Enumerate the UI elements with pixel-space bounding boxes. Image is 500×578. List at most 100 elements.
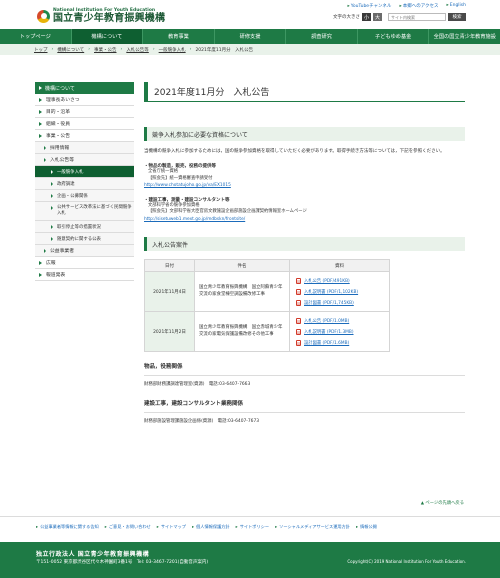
sidebar-item-bids[interactable]: 入札公告等 xyxy=(35,154,134,166)
breadcrumb: トップ › 機構について › 事業・公告 › 入札公告等 › 一般競争入札 › 2021年… xyxy=(0,44,500,55)
font-size-large-button[interactable]: 大 xyxy=(373,13,382,21)
arrow-up-icon: ▲ xyxy=(420,501,425,506)
table-row: 2021年11月2日 国立青少年教育振興機構 国立赤城青少年交流の家電気保護設備… xyxy=(144,311,390,352)
footer-link-disclosure[interactable]: ▸ 情報公開 xyxy=(356,524,377,530)
arrow-icon: ▸ xyxy=(36,524,39,529)
footer-link-social-policy[interactable]: ▸ ソーシャルメディアサービス運用方針 xyxy=(275,524,350,530)
footer-link-privacy[interactable]: ▸ 個人情報保護方針 xyxy=(192,524,230,530)
site-footer: 独立行政法人 国立青少年教育振興機構 〒151-0052 東京都渋谷区代々木神園… xyxy=(0,542,500,578)
nav-item-research[interactable]: 調査研究 xyxy=(286,29,358,44)
sidebar-item-planning[interactable]: 企画・公募関係 xyxy=(35,190,134,202)
nav-item-about[interactable]: 機構について xyxy=(71,29,144,44)
nav-item-training[interactable]: 研修支援 xyxy=(215,29,287,44)
search-button[interactable]: 検索 xyxy=(448,13,466,21)
sidebar-item-organization[interactable]: 組織・役員 xyxy=(35,118,134,130)
sidebar: 機構について 理事長あいさつ 目的・沿革 組織・役員 事業・公告 採用情報 入札… xyxy=(35,82,134,281)
global-nav: トップページ 機構について 教育事業 研修支援 調査研究 子どもゆめ基金 全国の… xyxy=(0,29,500,44)
pdf-link[interactable]: 設計図書 (PDF/1.6MB) xyxy=(296,337,383,348)
arrow-icon: ▸ xyxy=(399,4,402,9)
footer-link-site-policy[interactable]: ▸ サイトポリシー xyxy=(236,524,269,530)
row-subject: 国立青少年教育振興機構 国立赤城青少年交流の家電気保護設備改修その他工事 xyxy=(194,311,290,352)
nav-item-top[interactable]: トップページ xyxy=(0,29,72,44)
footer-link-contact[interactable]: ▸ ご意見・お問い合わせ xyxy=(105,524,151,530)
breadcrumb-top[interactable]: トップ xyxy=(34,47,48,53)
site-search-input[interactable] xyxy=(388,13,446,21)
sidebar-item-business[interactable]: 事業・公告 xyxy=(35,130,134,142)
breadcrumb-business[interactable]: 事業・公告 xyxy=(94,47,117,53)
sidebar-heading[interactable]: 機構について xyxy=(35,82,134,94)
bid-table: 日付 件名 資料 2021年11月4日 国立青少年教育振興機構 国立阿蘇青少年交… xyxy=(144,259,390,352)
sidebar-item-purpose[interactable]: 目的・沿革 xyxy=(35,106,134,118)
qualification-paragraph: 当機構の競争入札に参加するためには，国の競争参加資格を取得していただく必要があり… xyxy=(144,149,445,154)
sidebar-item-recruit[interactable]: 採用情報 xyxy=(35,142,134,154)
footer-address: 〒151-0052 東京都渋谷区代々木神園町3番1号 Tel: 03-3467-… xyxy=(36,560,209,565)
pdf-link[interactable]: 入札公告 (PDF/491KB) xyxy=(296,275,383,286)
pdf-link[interactable]: 入札説明書 (PDF/1,102KB) xyxy=(296,286,383,297)
site-header: National Institution For Youth Education… xyxy=(0,0,500,29)
breadcrumb-general-bid[interactable]: 一般競争入札 xyxy=(159,47,186,53)
sidebar-item-pr[interactable]: 広報 xyxy=(35,257,134,269)
site-logo[interactable]: National Institution For Youth Education… xyxy=(37,8,165,24)
arrow-icon: ▸ xyxy=(275,524,278,529)
table-header-row: 日付 件名 資料 xyxy=(144,259,390,272)
sidebar-item-general-bid[interactable]: 一般競争入札 xyxy=(35,166,134,178)
pdf-icon xyxy=(296,317,301,324)
access-link[interactable]: ▸本郷へのアクセス xyxy=(399,3,438,9)
logo-japanese-name: 国立青少年教育振興機構 xyxy=(53,13,166,24)
footer-copyright: Copyright(C) 2019 National Institution F… xyxy=(347,559,466,564)
section-heading-qualification: 競争入札参加に必要な資格について xyxy=(144,127,465,141)
main-content: 2021年度11月分 入札公告 競争入札参加に必要な資格について 当機構の競争入… xyxy=(144,82,465,424)
font-size-label: 文字の大きさ xyxy=(333,15,360,20)
goods-qualification-link[interactable]: http://www.chotatujoho.go.jp/va/EX1015 xyxy=(144,183,231,188)
footer-links: ▸ 公益事業者等情報に関する告知 ▸ ご意見・お問い合わせ ▸ サイトマップ ▸ 個人情… xyxy=(0,516,500,537)
row-date: 2021年11月4日 xyxy=(144,271,195,312)
sidebar-item-private-contract[interactable]: 随意契約に関する公表 xyxy=(35,233,134,245)
breadcrumb-current: 2021年度11月分 入札公告 xyxy=(195,47,254,53)
goods-qualification-contact: 【照会先】統一資格審査申請受付 xyxy=(148,175,213,181)
pdf-icon xyxy=(296,277,301,284)
sidebar-item-greeting[interactable]: 理事長あいさつ xyxy=(35,94,134,106)
sidebar-item-suspension[interactable]: 取引停止等の措置状況 xyxy=(35,221,134,233)
arrow-icon: ▸ xyxy=(156,524,159,529)
pdf-link[interactable]: 入札説明書 (PDF/1.3MB) xyxy=(296,326,383,337)
nav-item-facilities[interactable]: 全国の国立青少年教育施設 xyxy=(429,29,500,44)
sidebar-item-press[interactable]: 報道発表 xyxy=(35,269,134,281)
font-size-small-button[interactable]: 小 xyxy=(362,13,371,21)
goods-contact-title: 物品，役務関係 xyxy=(144,364,183,370)
breadcrumb-about[interactable]: 機構について xyxy=(57,47,84,53)
row-date: 2021年11月2日 xyxy=(144,311,195,352)
construction-qualification-contact: 【照会先】文部科学省大臣官房文教施設企画部施設企画課契約情報室ホームページ xyxy=(148,209,307,214)
row-documents: 入札公告 (PDF/491KB) 入札説明書 (PDF/1,102KB) 設計図… xyxy=(289,271,390,312)
section-heading-bids: 入札公告案件 xyxy=(144,237,465,251)
back-to-top-link[interactable]: ▲ ページの先頭へ戻る xyxy=(421,500,464,506)
sidebar-item-gov-procurement[interactable]: 政府調達 xyxy=(35,178,134,190)
pdf-icon xyxy=(296,328,301,335)
youtube-link[interactable]: ▸YouTubeチャンネル xyxy=(348,3,392,9)
sidebar-item-public-interest[interactable]: 公益事業者 xyxy=(35,245,134,257)
breadcrumb-bids[interactable]: 入札公告等 xyxy=(126,47,149,53)
row-documents: 入札公告 (PDF/1.0MB) 入札説明書 (PDF/1.3MB) 設計図書 … xyxy=(289,311,390,352)
column-header-subject: 件名 xyxy=(194,259,290,272)
nav-item-fund[interactable]: 子どもゆめ基金 xyxy=(358,29,430,44)
header-controls: 文字の大きさ 小 大 検索 xyxy=(333,13,466,21)
sidebar-item-public-service[interactable]: 公共サービス改革法に基づく民間競争入札 xyxy=(35,202,134,221)
arrow-icon: ▸ xyxy=(192,524,195,529)
nav-item-education[interactable]: 教育事業 xyxy=(143,29,215,44)
arrow-icon: ▸ xyxy=(104,524,107,529)
footer-org-name: 独立行政法人 国立青少年教育振興機構 xyxy=(36,551,150,558)
arrow-icon: ▸ xyxy=(446,3,449,8)
footer-link-sitemap[interactable]: ▸ サイトマップ xyxy=(157,524,186,530)
breadcrumb-separator-icon: › xyxy=(152,47,155,52)
pdf-link[interactable]: 入札公告 (PDF/1.0MB) xyxy=(296,315,383,326)
column-header-date: 日付 xyxy=(144,259,195,272)
logo-mark-icon xyxy=(37,9,50,23)
page-title: 2021年度11月分 入札公告 xyxy=(144,82,465,102)
english-link[interactable]: ▸English xyxy=(446,3,466,9)
pdf-icon xyxy=(296,288,301,295)
pdf-link[interactable]: 設計図書 (PDF/1,745KB) xyxy=(296,297,383,308)
footer-link-public-interest[interactable]: ▸ 公益事業者等情報に関する告知 xyxy=(36,524,99,530)
construction-contact-line: 財務部施設管理課施設企画係(資源) 電話:03-6407-7673 xyxy=(144,419,260,424)
construction-qualification-link[interactable]: http://sisetuweb1.mext.go.jp/mdbskn/fron… xyxy=(144,217,245,222)
breadcrumb-separator-icon: › xyxy=(88,47,90,52)
pdf-icon xyxy=(296,339,301,346)
